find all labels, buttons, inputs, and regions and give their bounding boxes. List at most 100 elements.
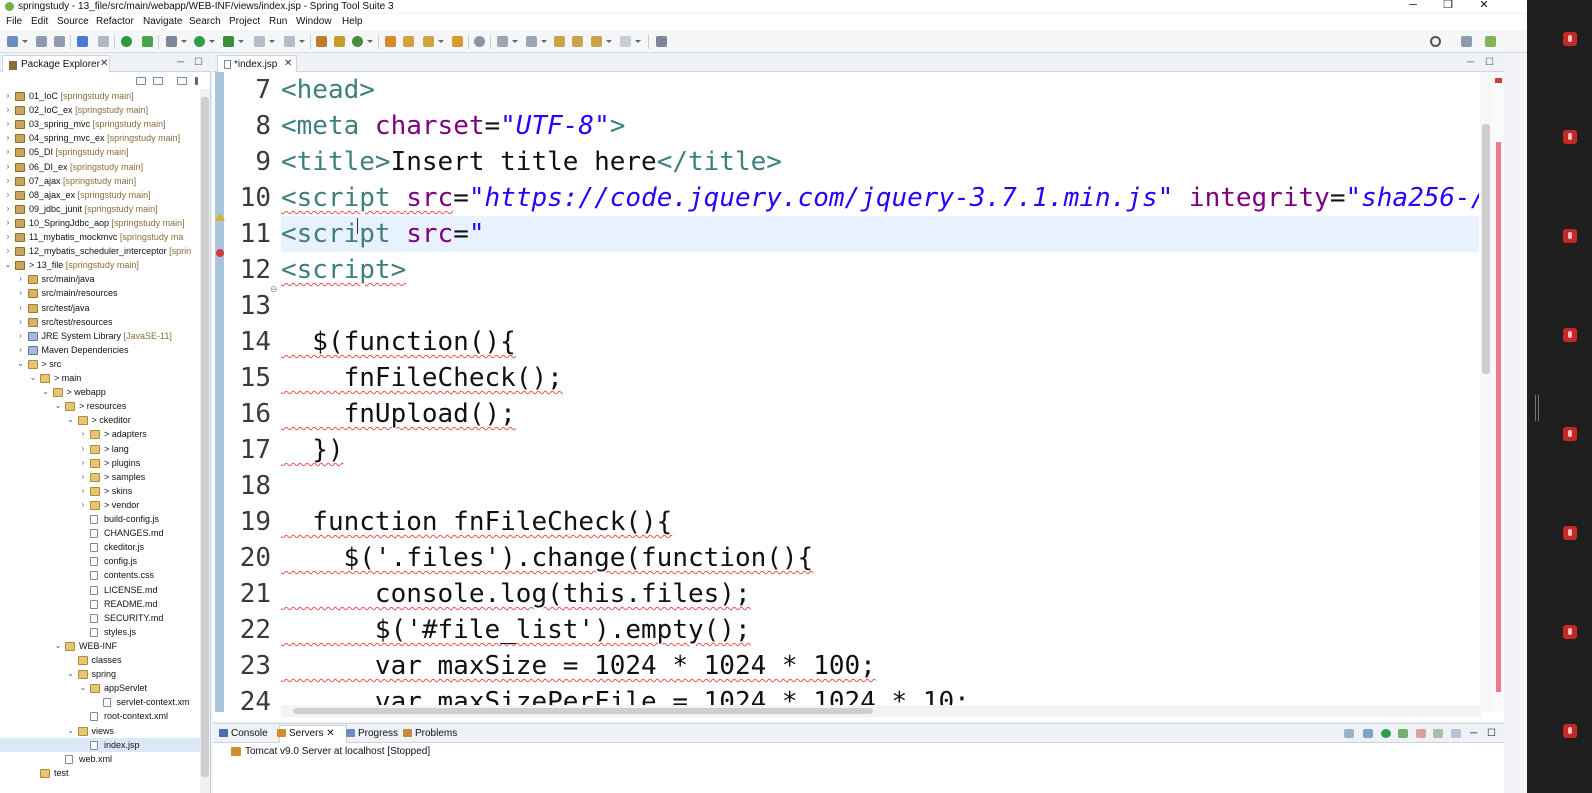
tree-item[interactable]: SECURITY.md (0, 611, 200, 625)
view-menu-icon[interactable] (195, 77, 198, 85)
tree-item[interactable]: root-context.xml (0, 709, 200, 723)
overview-ruler[interactable] (1493, 72, 1504, 712)
expand-toggle-icon[interactable]: ⌄ (29, 371, 37, 385)
expand-toggle-icon[interactable]: › (4, 188, 12, 202)
tab-progress[interactable]: Progress (346, 728, 398, 739)
build-icon[interactable] (284, 36, 295, 47)
server-row[interactable]: Tomcat v9.0 Server at localhost [Stopped… (231, 746, 430, 757)
minimize-view-button[interactable]: ─ (177, 57, 184, 68)
close-window-button[interactable]: ✕ (1469, 0, 1499, 13)
expand-toggle-icon[interactable]: ⌄ (17, 357, 25, 371)
chevron-down-icon[interactable] (512, 40, 518, 43)
new-java-project-icon[interactable] (316, 36, 327, 47)
expand-toggle-icon[interactable]: › (17, 301, 25, 315)
tree-item[interactable]: › 04_spring_mvc_ex [springstudy main] (0, 131, 200, 145)
expand-toggle-icon[interactable]: › (79, 484, 87, 498)
tree-item[interactable]: › > vendor (0, 498, 200, 512)
close-icon[interactable]: ✕ (326, 728, 334, 739)
stop-server-icon[interactable] (1416, 729, 1426, 738)
expand-toggle-icon[interactable]: › (4, 160, 12, 174)
tree-item[interactable]: ckeditor.js (0, 540, 200, 554)
publish-icon[interactable] (1433, 729, 1443, 738)
tree-item[interactable]: README.md (0, 597, 200, 611)
tree-item[interactable]: ⌄ > 13_file [springstudy main] (0, 258, 200, 272)
chevron-down-icon[interactable] (541, 40, 547, 43)
tab-package-explorer[interactable]: Package Explorer ✕ (2, 55, 110, 72)
start-server-icon[interactable] (1381, 729, 1391, 738)
tree-item[interactable]: › JRE System Library [JavaSE-11] (0, 329, 200, 343)
expand-toggle-icon[interactable]: ⌄ (54, 399, 62, 413)
tree-item[interactable]: › 06_DI_ex [springstudy main] (0, 160, 200, 174)
expand-toggle-icon[interactable]: › (4, 230, 12, 244)
warning-icon[interactable] (215, 213, 225, 221)
chevron-down-icon[interactable] (606, 40, 612, 43)
search-tool-icon[interactable] (423, 36, 434, 47)
expand-toggle-icon[interactable]: › (17, 343, 25, 357)
expand-toggle-icon[interactable]: › (4, 89, 12, 103)
spring-perspective-icon[interactable] (1485, 36, 1496, 47)
annotation-marker[interactable] (1496, 142, 1501, 692)
chevron-down-icon[interactable] (22, 40, 28, 43)
expand-toggle-icon[interactable]: › (17, 315, 25, 329)
chevron-down-icon[interactable] (367, 40, 373, 43)
coverage-icon[interactable] (223, 36, 234, 47)
tree-item[interactable]: servlet-context.xm (0, 695, 200, 709)
tree-item[interactable]: › src/test/java (0, 301, 200, 315)
minimize-editor-button[interactable]: ─ (1467, 57, 1474, 68)
tree-item[interactable]: › 10_SpringJdbc_aop [springstudy main] (0, 216, 200, 230)
tree-item[interactable]: config.js (0, 554, 200, 568)
tree-item[interactable]: web.xml (0, 752, 200, 766)
open-type-icon[interactable] (385, 36, 396, 47)
back-icon[interactable] (572, 36, 583, 47)
debug-icon[interactable] (166, 36, 177, 47)
globe-icon[interactable] (474, 36, 485, 47)
menu-refactor[interactable]: Refactor (96, 15, 134, 29)
tree-item[interactable]: › > lang (0, 442, 200, 456)
tree-item[interactable]: › src/main/resources (0, 286, 200, 300)
open-perspective-icon[interactable] (1461, 36, 1472, 47)
chevron-down-icon[interactable] (238, 40, 244, 43)
open-task-icon[interactable] (403, 36, 414, 47)
expand-toggle-icon[interactable]: › (4, 103, 12, 117)
debug-server-icon[interactable] (1363, 729, 1373, 738)
expand-toggle-icon[interactable]: › (4, 202, 12, 216)
editor-vertical-scrollbar[interactable] (1480, 72, 1492, 712)
fold-toggle-icon[interactable]: ⊖ (270, 284, 278, 295)
refresh-server-icon[interactable] (142, 36, 153, 47)
tree-item[interactable]: › 03_spring_mvc [springstudy main] (0, 117, 200, 131)
expand-toggle-icon[interactable]: › (17, 286, 25, 300)
tree-item[interactable]: ⌄ > ckeditor (0, 413, 200, 427)
tree-item[interactable]: › 09_jdbc_junit [springstudy main] (0, 202, 200, 216)
collapse-all-icon[interactable] (1344, 729, 1354, 738)
expand-toggle-icon[interactable]: ⌄ (4, 258, 12, 272)
arrow-left-icon[interactable] (591, 36, 602, 47)
chevron-down-icon[interactable] (438, 40, 444, 43)
pin-editor-icon[interactable] (656, 36, 667, 47)
filter-icon[interactable] (177, 77, 187, 85)
tree-item[interactable]: › 12_mybatis_scheduler_interceptor [sprin (0, 244, 200, 258)
expand-toggle-icon[interactable]: › (79, 498, 87, 512)
expand-toggle-icon[interactable]: ⌄ (67, 667, 75, 681)
new-icon[interactable] (7, 36, 18, 47)
expand-toggle-icon[interactable]: ⌄ (79, 681, 87, 695)
tab-servers[interactable]: Servers ✕ (277, 728, 335, 739)
chevron-down-icon[interactable] (635, 40, 641, 43)
error-marker[interactable] (1495, 78, 1502, 83)
maximize-view-button[interactable]: ☐ (1487, 728, 1496, 739)
tree-item[interactable]: ⌄ appServlet (0, 681, 200, 695)
external-tools-icon[interactable] (254, 36, 265, 47)
tab-index-jsp[interactable]: *index.jsp ✕ (217, 55, 297, 72)
expand-toggle-icon[interactable]: ⌄ (42, 385, 50, 399)
tree-item[interactable]: › 08_ajax_ex [springstudy main] (0, 188, 200, 202)
tree-item[interactable]: ⌄ > main (0, 371, 200, 385)
tree-item[interactable]: › 07_ajax [springstudy main] (0, 174, 200, 188)
save-all-icon[interactable] (54, 36, 65, 47)
menu-help[interactable]: Help (342, 15, 363, 29)
resize-handle[interactable] (1535, 395, 1539, 421)
profile-server-icon[interactable] (1398, 729, 1408, 738)
menu-project[interactable]: Project (229, 15, 260, 29)
menu-search[interactable]: Search (189, 15, 221, 29)
expand-toggle-icon[interactable]: › (4, 174, 12, 188)
close-icon[interactable]: ✕ (284, 58, 292, 69)
expand-toggle-icon[interactable]: › (79, 427, 87, 441)
